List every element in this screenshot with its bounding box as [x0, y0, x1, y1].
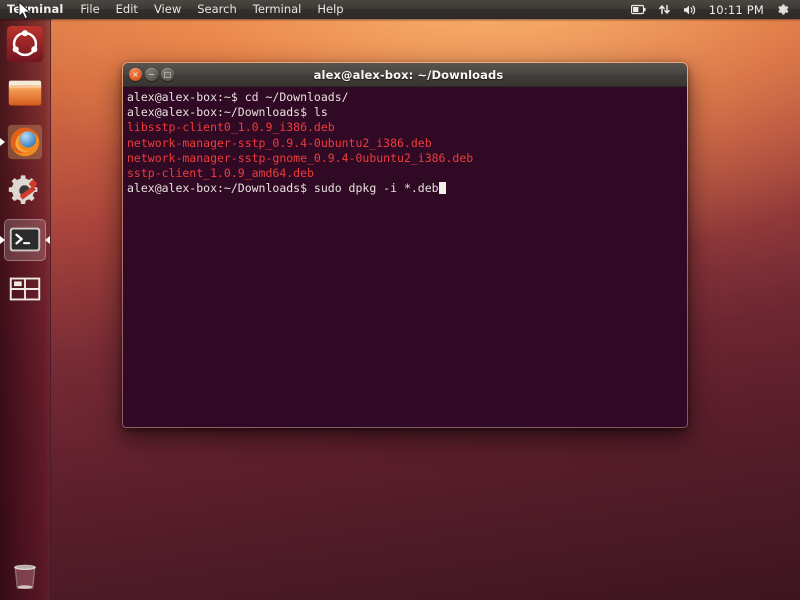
- minimize-icon[interactable]: −: [145, 68, 158, 81]
- launcher-focused-indicator: [45, 236, 50, 244]
- terminal-line: network-manager-sstp-gnome_0.9.4-0ubuntu…: [125, 151, 687, 166]
- ubuntu-logo-icon: [6, 25, 44, 63]
- top-panel: Terminal File Edit View Search Terminal …: [0, 0, 800, 19]
- launcher-item-terminal[interactable]: [4, 219, 46, 261]
- launcher-item-dash-home[interactable]: [4, 23, 46, 65]
- launcher-item-workspace-switcher[interactable]: [4, 268, 46, 310]
- terminal-title: alex@alex-box: ~/Downloads: [174, 68, 643, 82]
- terminal-prompt-icon: [6, 221, 44, 259]
- panel-indicator-area: 10:11 PM: [626, 0, 800, 19]
- menu-view[interactable]: View: [146, 0, 189, 19]
- terminal-line: sstp-client_1.0.9_amd64.deb: [125, 166, 687, 181]
- launcher-item-files[interactable]: [4, 72, 46, 114]
- terminal-command-text: alex@alex-box:~/Downloads$ sudo dpkg -i …: [127, 181, 439, 195]
- trash-bin-icon: [6, 555, 44, 593]
- terminal-window[interactable]: × − □ alex@alex-box: ~/Downloads alex@al…: [122, 62, 688, 428]
- terminal-line: alex@alex-box:~/Downloads$ ls: [125, 105, 687, 120]
- launcher-item-trash[interactable]: [4, 553, 46, 595]
- launcher-running-indicator: [0, 236, 5, 244]
- desktop-screen: Terminal File Edit View Search Terminal …: [0, 0, 800, 600]
- file-manager-folder-icon: [6, 74, 44, 112]
- workspace-switcher-icon: [6, 270, 44, 308]
- panel-app-name[interactable]: Terminal: [0, 0, 72, 19]
- menu-terminal[interactable]: Terminal: [245, 0, 310, 19]
- terminal-titlebar[interactable]: × − □ alex@alex-box: ~/Downloads: [123, 63, 687, 87]
- terminal-line: network-manager-sstp_0.9.4-0ubuntu2_i386…: [125, 136, 687, 151]
- firefox-icon: [6, 123, 44, 161]
- volume-speaker-icon[interactable]: [678, 0, 702, 19]
- menu-edit[interactable]: Edit: [108, 0, 146, 19]
- gear-icon[interactable]: [771, 0, 794, 19]
- terminal-command-line: alex@alex-box:~/Downloads$ sudo dpkg -i …: [125, 181, 687, 196]
- system-settings-gear-wrench-icon: [6, 172, 44, 210]
- network-updown-arrows-icon[interactable]: [653, 0, 676, 19]
- terminal-line: libsstp-client0_1.0.9_i386.deb: [125, 120, 687, 135]
- launcher-running-indicator: [0, 138, 5, 146]
- unity-launcher: [0, 19, 51, 600]
- maximize-icon[interactable]: □: [161, 68, 174, 81]
- launcher-item-firefox[interactable]: [4, 121, 46, 163]
- terminal-output-area[interactable]: alex@alex-box:~$ cd ~/Downloads/ alex@al…: [123, 87, 687, 428]
- menu-help[interactable]: Help: [309, 0, 351, 19]
- clock-indicator[interactable]: 10:11 PM: [704, 0, 769, 19]
- menu-search[interactable]: Search: [189, 0, 245, 19]
- battery-icon[interactable]: [626, 0, 651, 19]
- window-buttons: × − □: [129, 68, 174, 81]
- menu-file[interactable]: File: [72, 0, 107, 19]
- terminal-cursor: [439, 182, 446, 194]
- terminal-line: alex@alex-box:~$ cd ~/Downloads/: [125, 90, 687, 105]
- launcher-item-settings[interactable]: [4, 170, 46, 212]
- close-icon[interactable]: ×: [129, 68, 142, 81]
- panel-menu-bar: File Edit View Search Terminal Help: [72, 0, 351, 19]
